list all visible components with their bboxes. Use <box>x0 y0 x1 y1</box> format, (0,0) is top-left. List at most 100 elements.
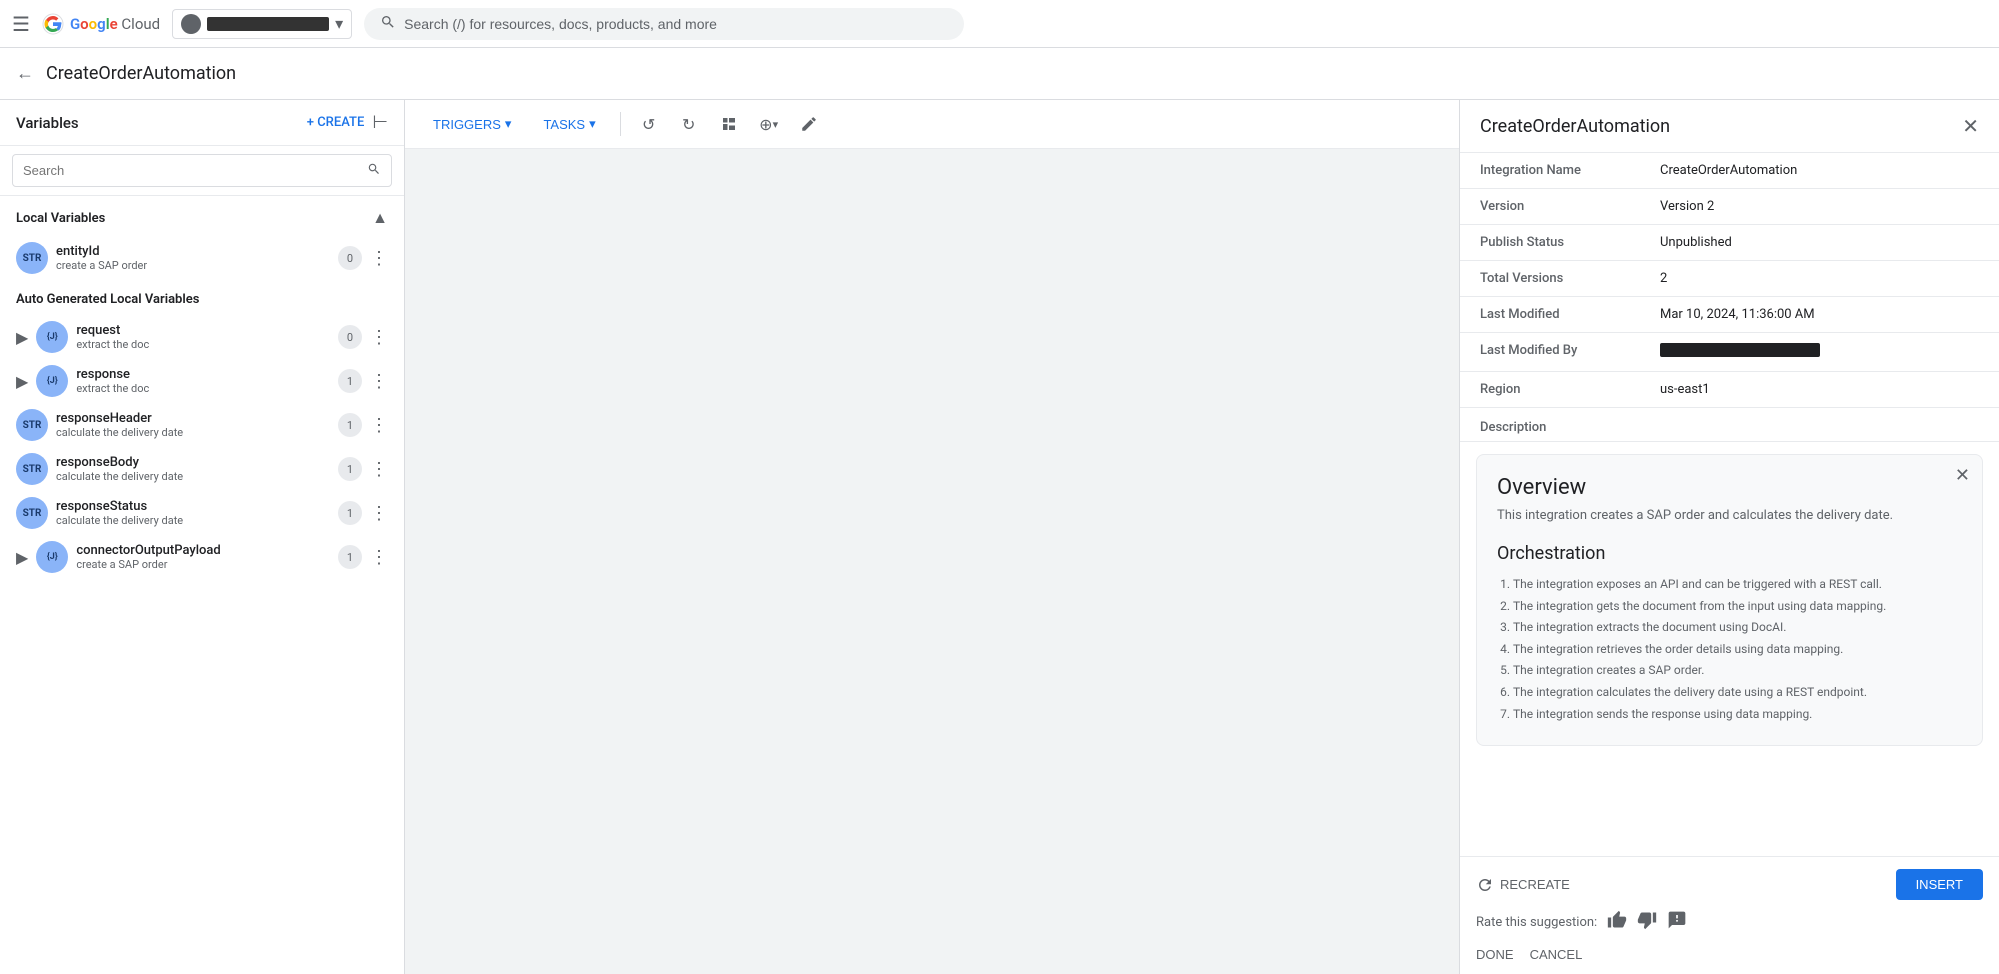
auto-generated-title: Auto Generated Local Variables <box>16 292 199 307</box>
page-header: ← CreateOrderAutomation <box>0 48 1999 100</box>
triggers-chevron-icon: ▾ <box>505 116 512 132</box>
variable-name: entityId <box>56 244 330 259</box>
insert-button[interactable]: INSERT <box>1896 869 1983 900</box>
panel-header: CreateOrderAutomation ✕ <box>1460 100 1999 153</box>
variable-count-badge: 0 <box>338 246 362 270</box>
table-row: Publish Status Unpublished <box>1460 225 1999 261</box>
recreate-button[interactable]: RECREATE <box>1476 876 1570 894</box>
tasks-chevron-icon: ▾ <box>589 116 596 132</box>
orchestration-list: The integration exposes an API and can b… <box>1497 574 1962 725</box>
project-selector[interactable]: ▾ <box>172 9 352 39</box>
variable-count-badge: 1 <box>338 545 362 569</box>
variable-search-container <box>0 146 404 196</box>
sidebar-toolbar: Variables + CREATE ⊢ <box>0 100 404 146</box>
done-cancel-row: DONE CANCEL <box>1476 939 1983 962</box>
list-item[interactable]: ▶ {J} request extract the doc 0 ⋮ <box>0 315 404 359</box>
variable-more-icon[interactable]: ⋮ <box>370 248 388 269</box>
overview-text: This integration creates a SAP order and… <box>1497 508 1962 523</box>
top-navigation: ☰ Google Cloud ▾ <box>0 0 1999 48</box>
sidebar-collapse-icon[interactable]: ⊢ <box>372 112 388 133</box>
redo-button[interactable]: ↻ <box>673 108 705 140</box>
zoom-button[interactable]: ⊕ ▾ <box>753 108 785 140</box>
variable-search-icon <box>367 161 381 180</box>
panel-title: CreateOrderAutomation <box>1480 116 1670 137</box>
layout-button[interactable] <box>713 108 745 140</box>
panel-close-button[interactable]: ✕ <box>1962 114 1979 138</box>
expand-arrow-icon[interactable]: ▶ <box>16 328 28 347</box>
variable-more-icon[interactable]: ⋮ <box>370 371 388 392</box>
list-item[interactable]: ▶ {J} connectorOutputPayload create a SA… <box>0 535 404 579</box>
table-row: Last Modified Mar 10, 2024, 11:36:00 AM <box>1460 297 1999 333</box>
list-item[interactable]: STR responseBody calculate the delivery … <box>0 447 404 491</box>
google-cloud-text: Google Cloud <box>70 15 160 33</box>
variable-more-icon[interactable]: ⋮ <box>370 327 388 348</box>
variable-name: responseBody <box>56 455 330 470</box>
overview-close-button[interactable]: ✕ <box>1955 465 1970 486</box>
thumbs-up-button[interactable] <box>1607 910 1627 935</box>
triggers-button[interactable]: TRIGGERS ▾ <box>421 110 523 138</box>
hamburger-menu-icon[interactable]: ☰ <box>12 12 30 36</box>
zoom-chevron-icon: ▾ <box>773 118 779 131</box>
list-item[interactable]: STR entityId create a SAP order 0 ⋮ <box>0 236 404 280</box>
variable-badge-json: {J} <box>36 365 68 397</box>
zoom-icon: ⊕ <box>759 115 772 134</box>
toolbar-divider <box>620 112 621 136</box>
recreate-icon <box>1476 876 1494 894</box>
local-variables-title: Local Variables <box>16 211 105 226</box>
global-search-bar[interactable] <box>364 8 964 40</box>
local-variables-collapse-icon[interactable]: ▲ <box>372 208 388 228</box>
list-item[interactable]: ▶ {J} response extract the doc 1 ⋮ <box>0 359 404 403</box>
edit-button[interactable] <box>793 108 825 140</box>
variable-more-icon[interactable]: ⋮ <box>370 547 388 568</box>
google-logo-icon <box>42 13 64 35</box>
variable-count-badge: 1 <box>338 369 362 393</box>
done-button[interactable]: DONE <box>1476 947 1514 962</box>
feedback-button[interactable] <box>1667 910 1687 935</box>
variable-description: extract the doc <box>76 382 330 395</box>
list-item: The integration extracts the document us… <box>1513 617 1962 639</box>
cancel-button[interactable]: CANCEL <box>1530 947 1583 962</box>
field-value: Mar 10, 2024, 11:36:00 AM <box>1640 297 1999 333</box>
undo-button[interactable]: ↺ <box>633 108 665 140</box>
variable-search-wrap[interactable] <box>12 154 392 187</box>
variable-search-input[interactable] <box>23 163 361 178</box>
variable-more-icon[interactable]: ⋮ <box>370 415 388 436</box>
field-value: 2 <box>1640 261 1999 297</box>
list-item: The integration gets the document from t… <box>1513 596 1962 618</box>
search-icon <box>380 14 396 34</box>
expand-arrow-icon[interactable]: ▶ <box>16 372 28 391</box>
local-variables-section-header: Local Variables ▲ <box>0 196 404 236</box>
variable-badge-str: STR <box>16 453 48 485</box>
rating-row: Rate this suggestion: <box>1476 900 1983 939</box>
sidebar-title: Variables <box>16 114 79 132</box>
table-row: Version Version 2 <box>1460 189 1999 225</box>
expand-arrow-icon[interactable]: ▶ <box>16 548 28 567</box>
variable-badge-str: STR <box>16 242 48 274</box>
field-value-redacted <box>1640 333 1999 372</box>
list-item[interactable]: STR responseStatus calculate the deliver… <box>0 491 404 535</box>
variable-more-icon[interactable]: ⋮ <box>370 503 388 524</box>
global-search-input[interactable] <box>404 16 948 32</box>
variable-badge-str: STR <box>16 409 48 441</box>
list-item[interactable]: STR responseHeader calculate the deliver… <box>0 403 404 447</box>
variable-name: responseHeader <box>56 411 330 426</box>
variable-info: responseBody calculate the delivery date <box>56 455 330 483</box>
variable-more-icon[interactable]: ⋮ <box>370 459 388 480</box>
variable-description: extract the doc <box>76 338 330 351</box>
list-item: The integration retrieves the order deta… <box>1513 639 1962 661</box>
variable-count-badge: 1 <box>338 457 362 481</box>
variable-description: create a SAP order <box>76 558 330 571</box>
panel-footer: RECREATE INSERT Rate this suggestion: DO… <box>1460 856 1999 974</box>
table-row: Region us-east1 <box>1460 372 1999 408</box>
project-chevron-icon: ▾ <box>335 14 343 33</box>
create-variable-button[interactable]: + CREATE <box>307 115 365 130</box>
tasks-button[interactable]: TASKS ▾ <box>531 110 607 138</box>
recreate-label: RECREATE <box>1500 877 1570 892</box>
back-button[interactable]: ← <box>16 63 34 84</box>
rating-label: Rate this suggestion: <box>1476 915 1597 930</box>
footer-actions: RECREATE INSERT <box>1476 869 1983 900</box>
info-table: Integration Name CreateOrderAutomation V… <box>1460 153 1999 442</box>
thumbs-down-button[interactable] <box>1637 910 1657 935</box>
variable-info: request extract the doc <box>76 323 330 351</box>
list-item: The integration creates a SAP order. <box>1513 660 1962 682</box>
